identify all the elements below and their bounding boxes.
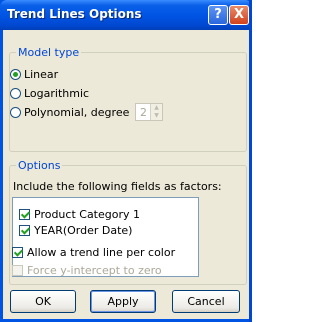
force-zero-label: Force y-intercept to zero xyxy=(27,264,162,277)
allow-per-color-row[interactable]: Allow a trend line per color xyxy=(12,246,175,259)
model-type-legend: Model type xyxy=(16,46,82,59)
radio-polynomial[interactable]: Polynomial, degree xyxy=(10,105,129,119)
degree-stepper[interactable]: 2 ▲ ▼ xyxy=(135,103,163,121)
help-button[interactable]: ? xyxy=(208,5,228,25)
factor-item-year[interactable]: YEAR(Order Date) xyxy=(19,224,132,237)
apply-button[interactable]: Apply xyxy=(90,290,156,313)
degree-value: 2 xyxy=(140,106,147,119)
ok-button[interactable]: OK xyxy=(10,290,76,313)
radio-logarithmic-label: Logarithmic xyxy=(24,86,90,100)
stepper-up-icon[interactable]: ▲ xyxy=(150,104,162,112)
factor-item-product-category[interactable]: Product Category 1 xyxy=(19,208,140,221)
allow-per-color-label: Allow a trend line per color xyxy=(27,246,176,259)
factors-instruction: Include the following fields as factors: xyxy=(13,180,222,193)
window-border-right xyxy=(249,0,252,322)
close-button[interactable]: X xyxy=(229,5,249,25)
force-zero-checkbox xyxy=(12,265,23,276)
radio-linear[interactable]: Linear xyxy=(10,67,58,81)
radio-linear-label: Linear xyxy=(24,67,59,81)
radio-polynomial-button[interactable] xyxy=(10,106,21,118)
dialog-title: Trend Lines Options xyxy=(7,7,142,21)
radio-logarithmic[interactable]: Logarithmic xyxy=(10,86,89,100)
radio-linear-button[interactable] xyxy=(10,68,21,80)
factor-year-checkbox[interactable] xyxy=(19,225,30,236)
cancel-button[interactable]: Cancel xyxy=(172,290,240,313)
radio-polynomial-label: Polynomial, degree xyxy=(24,105,130,119)
factor-product-category-label: Product Category 1 xyxy=(34,208,141,221)
dialog-window: Trend Lines Options ? X Model type Linea… xyxy=(0,0,252,322)
factor-product-category-checkbox[interactable] xyxy=(19,209,30,220)
options-legend: Options xyxy=(16,159,63,172)
radio-logarithmic-button[interactable] xyxy=(10,87,21,99)
title-bar[interactable]: Trend Lines Options ? X xyxy=(0,0,252,30)
allow-per-color-checkbox[interactable] xyxy=(12,247,23,258)
force-zero-row: Force y-intercept to zero xyxy=(12,264,162,277)
factor-year-label: YEAR(Order Date) xyxy=(34,224,133,237)
stepper-down-icon[interactable]: ▼ xyxy=(150,112,162,120)
